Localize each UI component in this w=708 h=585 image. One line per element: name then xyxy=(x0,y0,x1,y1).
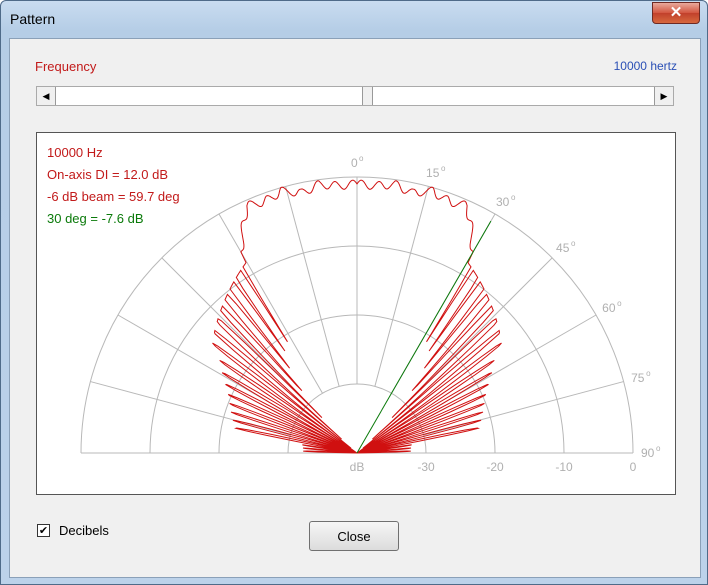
db-tick-label: -10 xyxy=(555,460,573,474)
info-beam-width: -6 dB beam = 59.7 deg xyxy=(47,189,180,204)
angle-degree-mark: o xyxy=(359,154,364,163)
db-tick-label: 0 xyxy=(630,460,637,474)
polar-plot-svg: 0 o15 o30 o45 o60 o75 o90 odB -30 -20 -10 0 xyxy=(80,154,661,474)
title-bar: Pattern ✕ xyxy=(1,1,707,37)
angle-degree-mark: o xyxy=(571,239,576,248)
angle-marker-line xyxy=(356,220,492,454)
decibels-label[interactable]: Decibels xyxy=(59,523,109,538)
check-icon: ✔ xyxy=(38,525,49,537)
angle-degree-mark: o xyxy=(617,299,622,308)
grid-spoke xyxy=(285,186,340,387)
pattern-window: Pattern ✕ Frequency 10000 hertz ◀ ▶ 0 o 15… xyxy=(0,0,708,585)
angle-label: 0 xyxy=(351,156,358,170)
angle-label: 90 xyxy=(641,446,655,460)
grid-spoke xyxy=(374,186,429,387)
angle-degree-mark: o xyxy=(441,164,446,173)
frequency-label: Frequency xyxy=(35,59,97,74)
decibels-checkbox[interactable]: ✔ xyxy=(37,524,50,537)
angle-label: 75 xyxy=(631,371,645,385)
db-tick-label: -30 xyxy=(417,460,435,474)
info-30-degree: 30 deg = -7.6 dB xyxy=(47,211,144,226)
frequency-scrollbar[interactable]: ◀ ▶ xyxy=(36,86,674,106)
angle-degree-mark: o xyxy=(656,444,661,453)
info-on-axis-di: On-axis DI = 12.0 dB xyxy=(47,167,169,182)
db-tick-label: dB xyxy=(350,460,365,474)
info-frequency: 10000 Hz xyxy=(47,145,103,160)
scroll-right-arrow-icon[interactable]: ▶ xyxy=(654,87,673,105)
close-window-icon[interactable]: ✕ xyxy=(652,2,700,24)
angle-degree-mark: o xyxy=(511,193,516,202)
close-button[interactable]: Close xyxy=(309,521,399,551)
window-title: Pattern xyxy=(10,11,56,27)
polar-plot: 0 o 15 o 30 o 45 o 60 o 75 o 90 o dB -30 -20 -10 0 10000 H… xyxy=(36,132,676,495)
scroll-thumb[interactable] xyxy=(362,87,374,105)
dialog-client: Frequency 10000 hertz ◀ ▶ 0 o 15 o 30 o 45 o 60 o… xyxy=(9,38,701,578)
db-tick-label: -20 xyxy=(486,460,504,474)
angle-degree-mark: o xyxy=(646,369,651,378)
angle-label: 45 xyxy=(556,241,570,255)
angle-label: 15 xyxy=(426,166,440,180)
angle-label: 30 xyxy=(496,195,510,209)
frequency-value: 10000 hertz xyxy=(613,59,677,73)
scroll-left-arrow-icon[interactable]: ◀ xyxy=(37,87,56,105)
angle-label: 60 xyxy=(602,301,616,315)
